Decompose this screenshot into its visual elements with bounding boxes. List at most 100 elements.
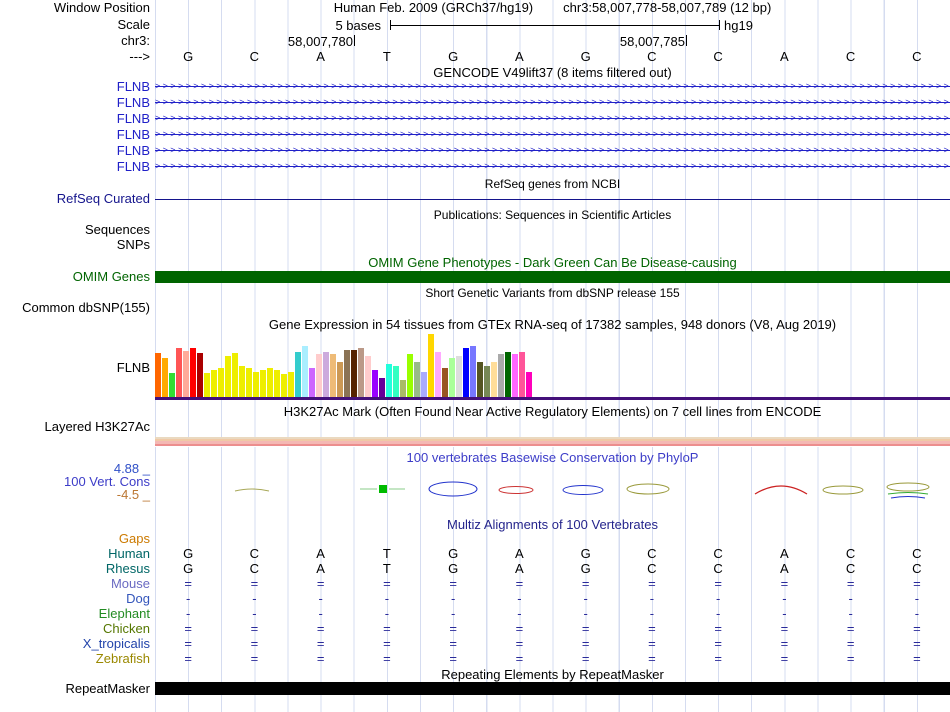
gtex-tissue-bar[interactable]: [162, 358, 168, 398]
alignment-cell: G: [183, 546, 194, 561]
gtex-tissue-bar[interactable]: [239, 366, 245, 398]
gtex-tissue-bar[interactable]: [302, 346, 308, 398]
gtex-tissue-bar[interactable]: [281, 374, 287, 398]
alignment-row[interactable]: = = = = = = = = = = = =: [155, 652, 950, 666]
gene-transcript-line[interactable]: >>>>>>>>>>>>>>>>>>>>>>>>>>>>>>>>>>>>>>>>…: [155, 111, 950, 126]
gtex-tissue-bar[interactable]: [498, 354, 504, 398]
species-label: Chicken: [103, 621, 150, 636]
refseq-curated-line[interactable]: [155, 199, 950, 200]
base-letter: T: [382, 49, 391, 64]
gtex-tissue-bar[interactable]: [274, 370, 280, 398]
gtex-tissue-bar[interactable]: [246, 368, 252, 398]
gtex-tissue-bar[interactable]: [204, 373, 210, 398]
alignment-cell: =: [714, 636, 722, 651]
conservation-peak: [562, 485, 604, 495]
gtex-tissue-bar[interactable]: [351, 350, 357, 398]
gtex-tissue-bar[interactable]: [190, 348, 196, 398]
gtex-tissue-bar[interactable]: [267, 368, 273, 398]
gtex-tissue-bar[interactable]: [155, 353, 161, 398]
base-sequence-row[interactable]: GCATGAGCCACC: [155, 50, 950, 64]
alignment-cell: =: [581, 576, 590, 591]
gtex-tissue-bar[interactable]: [519, 352, 525, 398]
alignment-cell: =: [780, 576, 789, 591]
gene-transcript-line[interactable]: >>>>>>>>>>>>>>>>>>>>>>>>>>>>>>>>>>>>>>>>…: [155, 143, 950, 158]
gtex-tissue-bar[interactable]: [484, 366, 490, 398]
gtex-gene-label: FLNB: [116, 360, 150, 375]
gtex-tissue-bar[interactable]: [414, 362, 420, 398]
gtex-tissue-bar[interactable]: [197, 353, 203, 398]
alignment-row[interactable]: = = = = = = = = = = = =: [155, 577, 950, 591]
gtex-tissue-bar[interactable]: [316, 354, 322, 398]
assembly-label: Human Feb. 2009 (GRCh37/hg19): [333, 0, 534, 15]
h3k27ac-signal-band[interactable]: [155, 437, 950, 447]
gtex-tissue-bar[interactable]: [393, 366, 399, 398]
gtex-tissue-bar[interactable]: [169, 373, 175, 398]
alignment-row[interactable]: GCATGAGCCACC: [155, 547, 950, 561]
alignment-cell: -: [185, 606, 191, 621]
gtex-tissue-bar[interactable]: [309, 368, 315, 398]
gtex-tissue-bar[interactable]: [449, 358, 455, 398]
gtex-tissue-bar[interactable]: [337, 362, 343, 398]
gtex-tissue-bar[interactable]: [365, 356, 371, 398]
gtex-tissue-bar[interactable]: [386, 364, 392, 398]
track-title-omim: OMIM Gene Phenotypes - Dark Green Can Be…: [368, 255, 737, 270]
base-letter: C: [713, 49, 723, 64]
gene-transcript-line[interactable]: >>>>>>>>>>>>>>>>>>>>>>>>>>>>>>>>>>>>>>>>…: [155, 127, 950, 142]
gene-transcript-line[interactable]: >>>>>>>>>>>>>>>>>>>>>>>>>>>>>>>>>>>>>>>>…: [155, 159, 950, 174]
gtex-tissue-bar[interactable]: [330, 354, 336, 398]
conservation-peak: [890, 496, 926, 499]
alignment-row[interactable]: = = = = = = = = = = = =: [155, 622, 950, 636]
alignment-cell: =: [913, 621, 921, 636]
alignment-cell: =: [648, 651, 656, 666]
gtex-tissue-bar[interactable]: [323, 352, 329, 398]
omim-genes-bar[interactable]: [155, 271, 950, 283]
gtex-tissue-bar[interactable]: [400, 380, 406, 398]
gtex-tissue-bar[interactable]: [470, 346, 476, 398]
gtex-tissue-bar[interactable]: [295, 352, 301, 398]
gene-transcript-line[interactable]: >>>>>>>>>>>>>>>>>>>>>>>>>>>>>>>>>>>>>>>>…: [155, 79, 950, 94]
alignment-cell: =: [184, 621, 192, 636]
gtex-tissue-bar[interactable]: [421, 372, 427, 398]
alignment-cell: =: [383, 576, 391, 591]
repeatmasker-bar[interactable]: [155, 682, 950, 695]
alignment-row[interactable]: ------------: [155, 607, 950, 621]
gtex-tissue-bar[interactable]: [225, 356, 231, 398]
gtex-tissue-bar[interactable]: [379, 378, 385, 398]
gtex-tissue-bar[interactable]: [435, 352, 441, 398]
gene-transcript-line[interactable]: >>>>>>>>>>>>>>>>>>>>>>>>>>>>>>>>>>>>>>>>…: [155, 95, 950, 110]
alignment-row[interactable]: GCATGAGCCACC: [155, 562, 950, 576]
alignment-cell: =: [581, 621, 590, 636]
alignment-cell: =: [250, 636, 259, 651]
alignment-cell: -: [318, 606, 323, 621]
gtex-tissue-bar[interactable]: [218, 368, 224, 398]
gtex-tissue-bar[interactable]: [463, 348, 469, 398]
alignment-row[interactable]: ------------: [155, 592, 950, 606]
alignment-row[interactable]: = = = = = = = = = = = =: [155, 637, 950, 651]
gtex-tissue-bar[interactable]: [260, 370, 266, 398]
gtex-tissue-bar[interactable]: [442, 368, 448, 398]
gtex-tissue-bar[interactable]: [232, 353, 238, 398]
gtex-tissue-bar[interactable]: [183, 351, 189, 398]
alignment-cell: -: [318, 591, 323, 606]
gtex-expression-bars[interactable]: [155, 334, 950, 398]
gtex-tissue-bar[interactable]: [211, 370, 217, 398]
base-letter: A: [316, 49, 325, 64]
gtex-tissue-bar[interactable]: [505, 352, 511, 398]
gtex-tissue-bar[interactable]: [428, 334, 434, 398]
conservation-wiggle[interactable]: [155, 462, 950, 508]
gtex-tissue-bar[interactable]: [491, 362, 497, 398]
gtex-tissue-bar[interactable]: [358, 348, 364, 398]
alignment-cell: =: [316, 621, 325, 636]
alignment-cell: =: [515, 636, 524, 651]
gtex-tissue-bar[interactable]: [477, 362, 483, 398]
gtex-tissue-bar[interactable]: [407, 354, 413, 398]
gtex-tissue-bar[interactable]: [526, 372, 532, 398]
gtex-tissue-bar[interactable]: [512, 354, 518, 398]
gtex-tissue-bar[interactable]: [456, 356, 462, 398]
gtex-tissue-bar[interactable]: [176, 348, 182, 398]
conservation-peak: [498, 486, 534, 494]
gtex-tissue-bar[interactable]: [288, 372, 294, 398]
gtex-tissue-bar[interactable]: [253, 372, 259, 398]
gtex-tissue-bar[interactable]: [372, 370, 378, 398]
gtex-tissue-bar[interactable]: [344, 350, 350, 398]
